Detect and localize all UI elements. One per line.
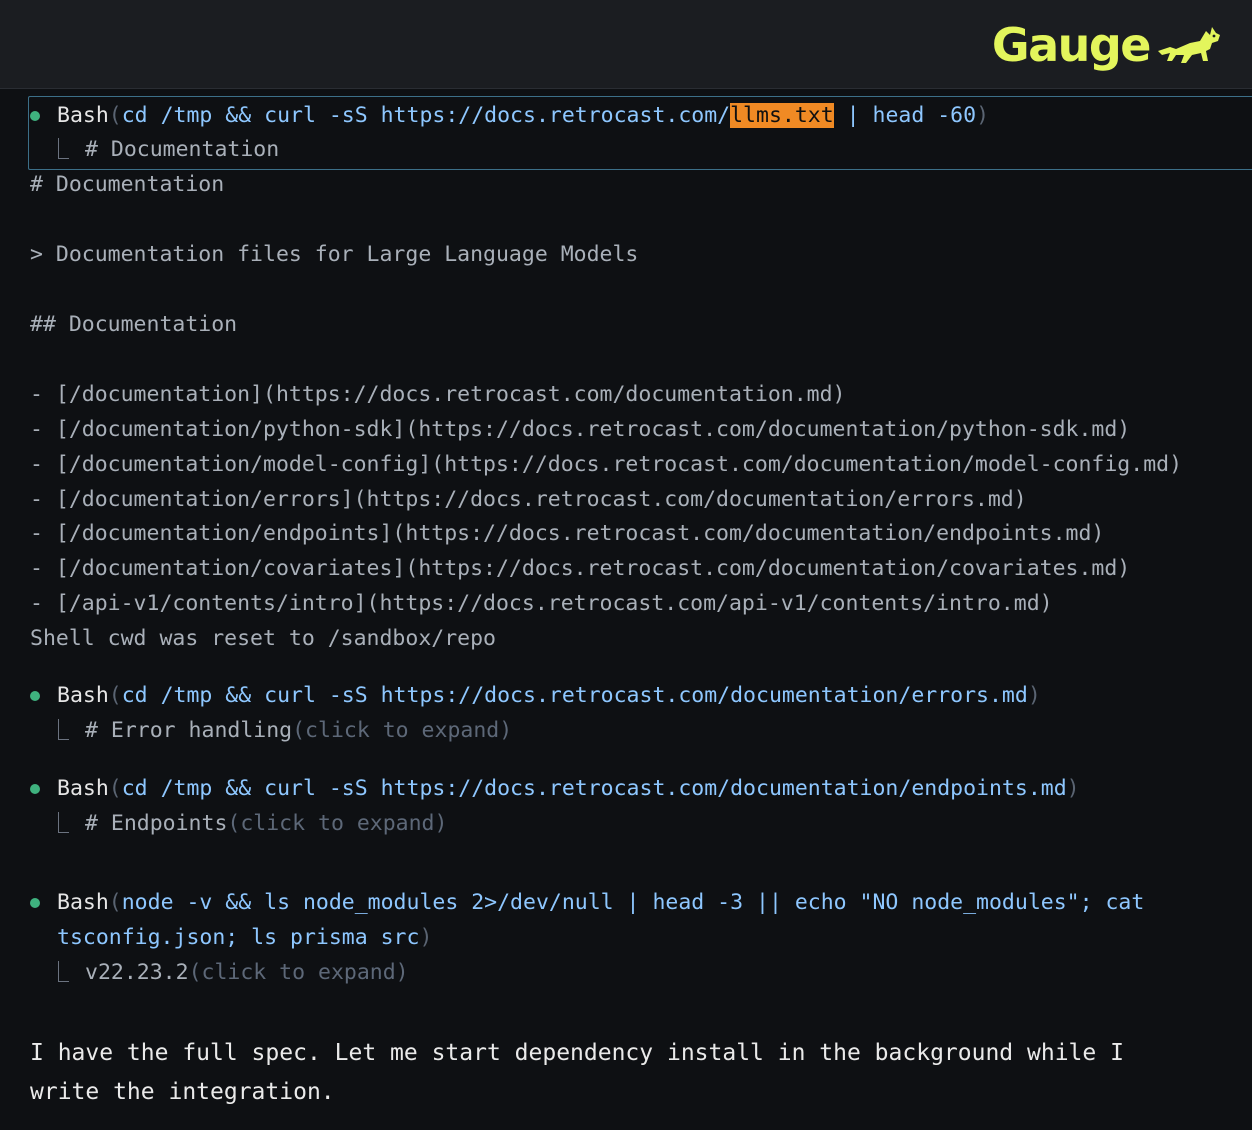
command-text-tail: | head -60 xyxy=(833,103,977,128)
dog-icon xyxy=(1156,21,1222,69)
output-link: - [/documentation](https://docs.retrocas… xyxy=(30,382,846,407)
expand-hint[interactable]: (click to expand) xyxy=(189,960,409,985)
output-link: - [/documentation/python-sdk](https://do… xyxy=(30,417,1131,442)
expand-hint[interactable]: (click to expand) xyxy=(292,718,512,743)
command-text: cd /tmp && curl -sS https://docs.retroca… xyxy=(121,776,1067,801)
result-connector-icon xyxy=(58,961,69,982)
terminal-transcript[interactable]: Bash(cd /tmp && curl -sS https://docs.re… xyxy=(0,89,1252,1130)
expand-hint[interactable]: (click to expand) xyxy=(227,811,447,836)
assistant-message-line: write the integration. xyxy=(30,1079,335,1105)
command-text-cont: tsconfig.json; ls prisma src xyxy=(57,925,420,950)
tool-result-summary: # Error handling xyxy=(85,718,293,743)
tool-result-4[interactable]: v22.23.2(click to expand) xyxy=(85,958,409,988)
cwd-note: Shell cwd was reset to /sandbox/repo xyxy=(30,626,496,651)
output-link: - [/documentation/model-config](https://… xyxy=(30,452,1183,477)
tool-name: Bash xyxy=(57,103,109,128)
tool-call-4-continued[interactable]: tsconfig.json; ls prisma src) xyxy=(57,923,432,953)
output-link: - [/documentation/errors](https://docs.r… xyxy=(30,487,1027,512)
assistant-message-line: I have the full spec. Let me start depen… xyxy=(30,1040,1124,1066)
tool-call-2[interactable]: Bash(cd /tmp && curl -sS https://docs.re… xyxy=(57,681,1041,711)
status-dot-icon xyxy=(30,111,40,121)
command-text: node -v && ls node_modules 2>/dev/null |… xyxy=(121,890,1145,915)
tool-result-2[interactable]: # Error handling(click to expand) xyxy=(85,716,512,746)
tool-result-summary: v22.23.2 xyxy=(85,960,189,985)
command-text: cd /tmp && curl -sS https://docs.retroca… xyxy=(121,683,1028,708)
result-connector-icon xyxy=(58,138,69,159)
command-text: cd /tmp && curl -sS https://docs.retroca… xyxy=(121,103,731,128)
output-link: - [/documentation/endpoints](https://doc… xyxy=(30,521,1105,546)
output-subheading: ## Documentation xyxy=(30,312,238,337)
tool-call-4[interactable]: Bash(node -v && ls node_modules 2>/dev/n… xyxy=(57,888,1144,918)
tool-name: Bash xyxy=(57,683,109,708)
brand-logo: Gauge xyxy=(992,16,1222,74)
output-heading: # Documentation xyxy=(30,172,225,197)
tool-call-3[interactable]: Bash(cd /tmp && curl -sS https://docs.re… xyxy=(57,774,1080,804)
search-highlight: llms.txt xyxy=(730,103,834,128)
status-dot-icon xyxy=(30,898,40,908)
result-connector-icon xyxy=(58,812,69,833)
app-header: Gauge xyxy=(0,0,1252,89)
output-link: - [/documentation/covariates](https://do… xyxy=(30,556,1131,581)
tool-call-1[interactable]: Bash(cd /tmp && curl -sS https://docs.re… xyxy=(57,101,989,131)
brand-name: Gauge xyxy=(991,18,1152,72)
output-link: - [/api-v1/contents/intro](https://docs.… xyxy=(30,591,1053,616)
result-connector-icon xyxy=(58,719,69,740)
status-dot-icon xyxy=(30,691,40,701)
output-quote: > Documentation files for Large Language… xyxy=(30,242,639,267)
status-dot-icon xyxy=(30,784,40,794)
tool-result-3[interactable]: # Endpoints(click to expand) xyxy=(85,809,447,839)
tool-name: Bash xyxy=(57,776,109,801)
tool-name: Bash xyxy=(57,890,109,915)
tool-result-summary: # Documentation xyxy=(85,137,280,162)
tool-result-summary: # Endpoints xyxy=(85,811,228,836)
